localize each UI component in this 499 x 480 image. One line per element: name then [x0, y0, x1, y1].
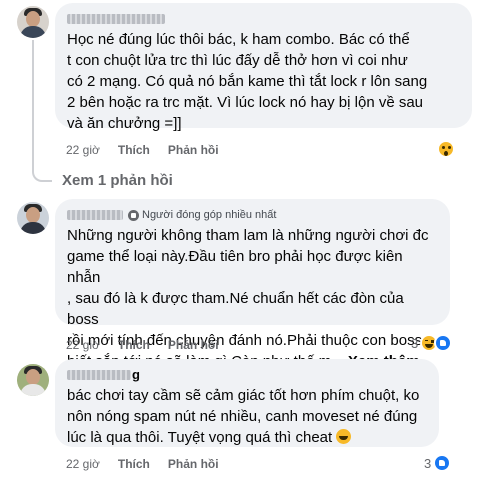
comment-bubble: g bác chơi tay cầm sẽ cảm giác tốt hơn p… [55, 359, 439, 447]
comment-bubble: Học né đúng lúc thôi bác, k ham combo. B… [55, 3, 472, 132]
reply-link[interactable]: Phản hồi [168, 456, 219, 472]
commenter-avatar[interactable] [17, 364, 49, 396]
reaction-summary[interactable] [437, 140, 455, 158]
like-link[interactable]: Thích [118, 337, 150, 353]
comment-text: Học né đúng lúc thôi bác, k ham combo. B… [67, 31, 428, 132]
comment-text: bác chơi tay cầm sẽ cảm giác tốt hơn phí… [67, 385, 427, 448]
like-link[interactable]: Thích [118, 456, 150, 472]
commenter-avatar[interactable] [17, 6, 49, 38]
comment-bubble: Người đóng góp nhiều nhất Những người kh… [55, 199, 450, 370]
view-replies-link[interactable]: Xem 1 phản hồi [62, 172, 173, 190]
badge-label: Người đóng góp nhiều nhất [142, 209, 277, 221]
thread-line [32, 40, 52, 182]
reaction-summary[interactable]: 3 [411, 334, 453, 352]
comment-actions: 22 giờ Thích Phản hồi [66, 337, 219, 353]
like-reaction-icon [434, 334, 453, 352]
comment-actions: 22 giờ Thích Phản hồi [66, 456, 219, 472]
wow-reaction-icon [437, 140, 455, 158]
comment-timestamp[interactable]: 22 giờ [66, 142, 100, 158]
comment-text-body: bác chơi tay cầm sẽ cảm giác tốt hơn phí… [67, 387, 420, 446]
author-name-tail: g [132, 367, 140, 382]
comment-actions: 22 giờ Thích Phản hồi [66, 142, 219, 158]
laughing-emoji-icon [336, 429, 352, 444]
like-link[interactable]: Thích [118, 142, 150, 158]
reply-link[interactable]: Phản hồi [168, 142, 219, 158]
commenter-avatar[interactable] [17, 202, 49, 234]
comment-timestamp[interactable]: 22 giờ [66, 337, 100, 353]
contributor-icon [128, 209, 139, 221]
top-contributor-badge: Người đóng góp nhiều nhất [128, 207, 276, 223]
comment-author[interactable]: Người đóng góp nhiều nhất [67, 207, 438, 223]
reaction-count: 3 [424, 455, 432, 471]
comment-author[interactable]: g [67, 367, 427, 383]
like-reaction-icon [433, 454, 452, 472]
reaction-summary[interactable]: 3 [424, 454, 452, 472]
comment-timestamp[interactable]: 22 giờ [66, 456, 100, 472]
reply-link[interactable]: Phản hồi [168, 337, 219, 353]
reaction-count: 3 [411, 335, 419, 351]
comment-author[interactable] [67, 11, 460, 27]
